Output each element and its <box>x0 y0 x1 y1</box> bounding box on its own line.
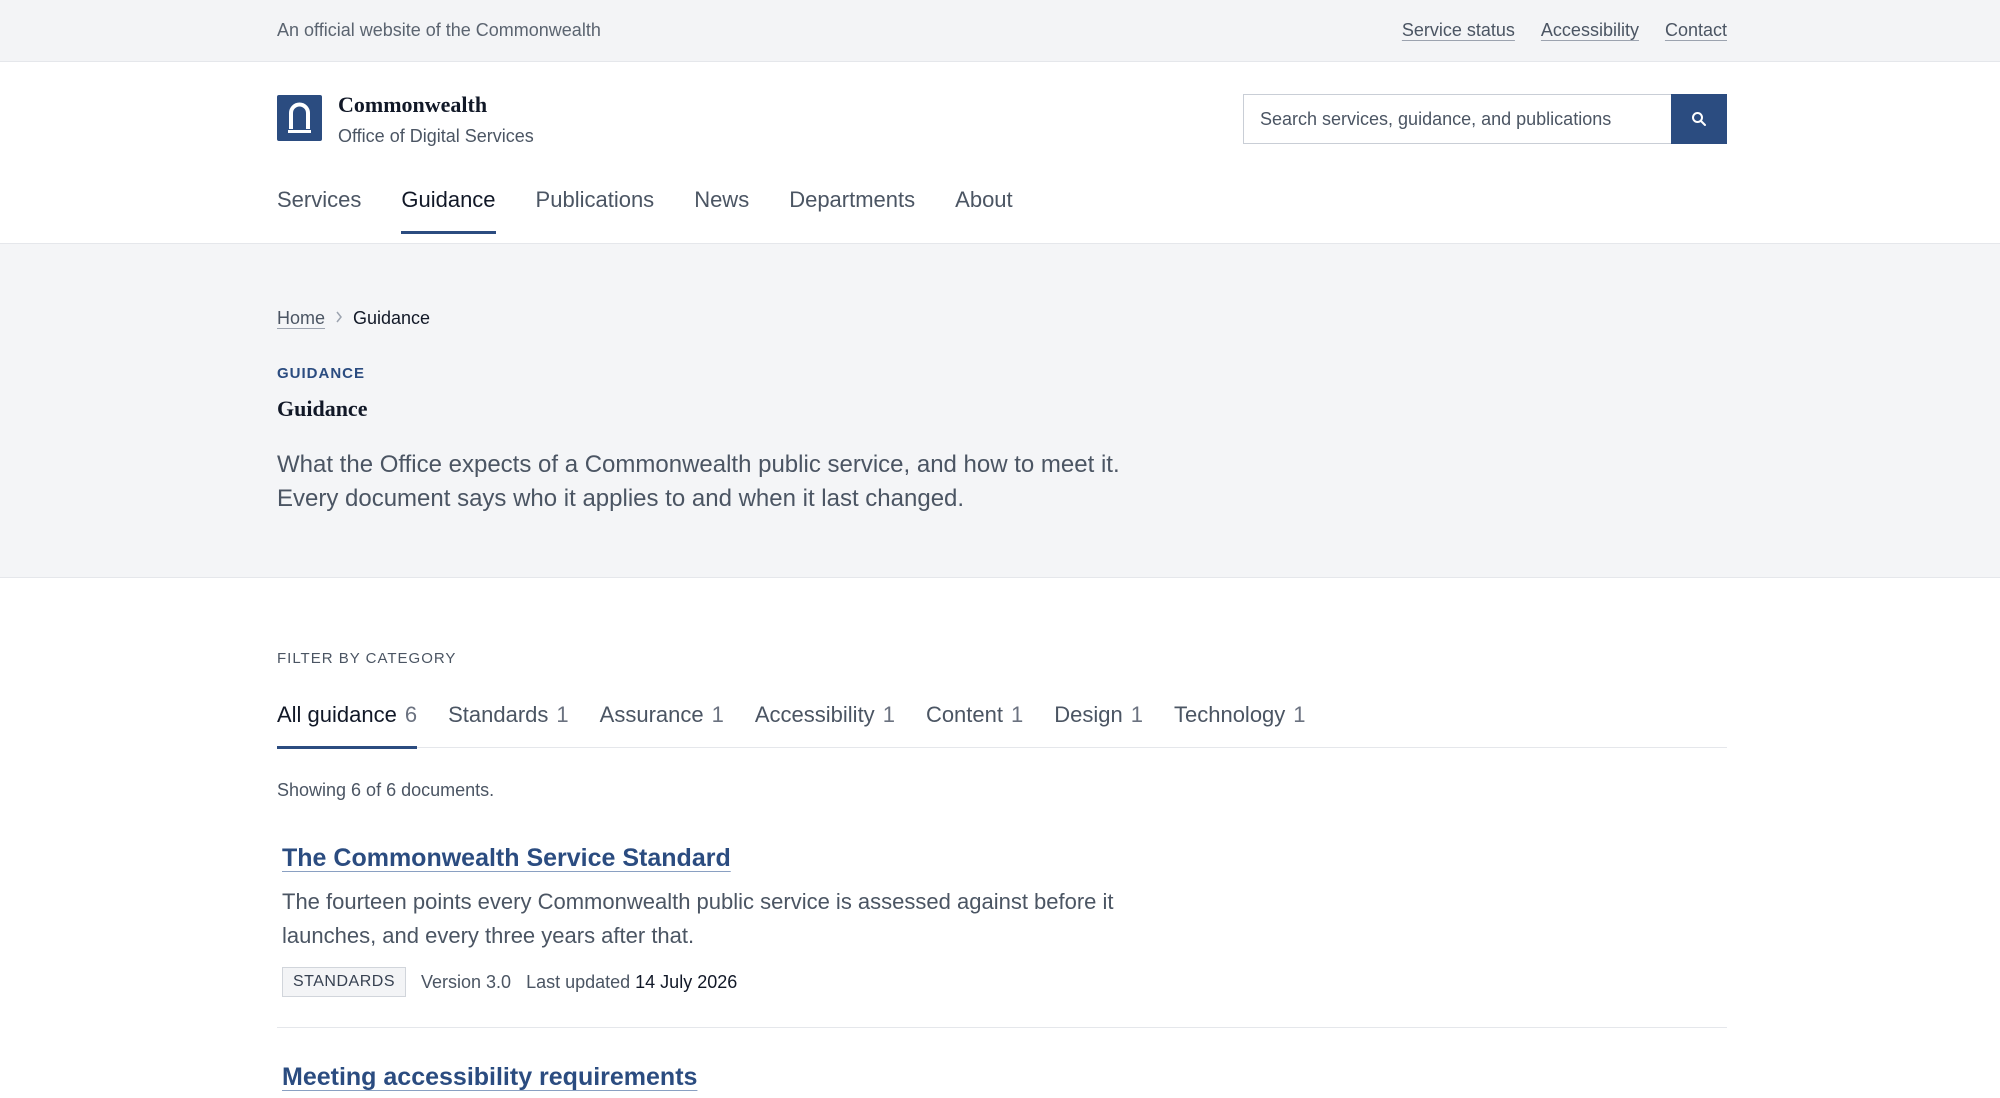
breadcrumb-current: Guidance <box>353 308 431 328</box>
nav-about[interactable]: About <box>955 187 1013 234</box>
filter-tab-label: Technology <box>1173 702 1286 727</box>
filter-tab-count: 1 <box>882 702 895 727</box>
search-button[interactable] <box>1671 94 1727 144</box>
filter-tab-design[interactable]: Design 1 <box>1054 702 1143 748</box>
category-tag: STANDARDS <box>282 967 406 997</box>
filter-tab-count: 1 <box>1293 702 1306 727</box>
document-description: The fourteen points every Commonwealth p… <box>282 889 1114 948</box>
document-title-link[interactable]: The Commonwealth Service Standard <box>282 844 731 873</box>
chevron-right-icon <box>335 310 343 328</box>
nav-departments[interactable]: Departments <box>789 187 915 234</box>
site-header: Commonwealth Office of Digital Services … <box>0 62 2000 244</box>
nav-guidance[interactable]: Guidance <box>401 187 496 234</box>
breadcrumb-home-link[interactable]: Home <box>277 308 325 329</box>
filter-tab-label: Accessibility <box>754 702 875 727</box>
nav-services[interactable]: Services <box>277 187 361 234</box>
filter-tab-count: 1 <box>1011 702 1024 727</box>
filter-tab-content[interactable]: Content 1 <box>926 702 1023 748</box>
last-updated-date: 14 July 2026 <box>635 971 738 992</box>
section-eyebrow: GUIDANCE <box>277 365 366 382</box>
document-divider <box>277 1027 1727 1028</box>
breadcrumb: Home Guidance <box>277 308 430 329</box>
document-item: The Commonwealth Service Standard The fo… <box>277 844 1727 1028</box>
brand-name[interactable]: Commonwealth <box>338 92 487 118</box>
category-filter-tabs: All guidance 6 Standards 1 Assurance 1 Acce… <box>277 702 1727 749</box>
document-title-link[interactable]: Meeting accessibility requirements <box>282 1063 697 1092</box>
filter-tab-all[interactable]: All guidance 6 <box>277 702 418 749</box>
last-updated-label: Last updated <box>526 971 631 992</box>
commonwealth-logo-icon[interactable] <box>277 95 322 141</box>
site-search <box>1243 94 1727 144</box>
document-item: Meeting accessibility requirements <box>277 1063 1727 1092</box>
filter-tab-label: Assurance <box>599 702 704 727</box>
filter-tab-count: 1 <box>1130 702 1143 727</box>
official-banner: An official website of the Commonwealth … <box>0 0 2000 62</box>
page-lede: What the Office expects of a Commonwealt… <box>277 451 1120 512</box>
filter-tab-assurance[interactable]: Assurance 1 <box>600 702 724 748</box>
accessibility-link[interactable]: Accessibility <box>1541 20 1639 41</box>
filter-tab-label: Content <box>925 702 1003 727</box>
filter-tab-accessibility[interactable]: Accessibility 1 <box>755 702 895 748</box>
contact-link[interactable]: Contact <box>1665 20 1727 41</box>
main-navigation: Services Guidance Publications News Depa… <box>277 187 1013 234</box>
utility-links: Service status Accessibility Contact <box>1402 20 1727 41</box>
page-title: Guidance <box>277 396 368 421</box>
filter-label: FILTER BY CATEGORY <box>277 650 457 667</box>
filter-tab-technology[interactable]: Technology 1 <box>1174 702 1306 748</box>
filter-tab-count: 6 <box>404 702 418 727</box>
filter-tab-label: All guidance <box>277 702 397 727</box>
nav-news[interactable]: News <box>694 187 749 234</box>
filter-tab-count: 1 <box>711 702 724 727</box>
filter-tab-label: Design <box>1054 702 1123 727</box>
page-hero: Home Guidance GUIDANCE Guidance What the… <box>0 244 2000 578</box>
brand-subtitle: Office of Digital Services <box>338 126 534 146</box>
document-meta: STANDARDS Version 3.0 Last updated 14 Ju… <box>282 967 1727 997</box>
nav-publications[interactable]: Publications <box>536 187 655 234</box>
filter-tab-label: Standards <box>448 702 549 727</box>
service-status-link[interactable]: Service status <box>1402 20 1515 41</box>
filter-tab-count: 1 <box>556 702 569 727</box>
official-text: An official website of the Commonwealth <box>277 20 601 40</box>
document-version: Version 3.0 <box>421 971 512 992</box>
search-input[interactable] <box>1243 94 1671 144</box>
results-count: Showing 6 of 6 documents. <box>277 780 495 800</box>
filter-tab-standards[interactable]: Standards 1 <box>448 702 569 748</box>
search-icon <box>1692 112 1706 126</box>
